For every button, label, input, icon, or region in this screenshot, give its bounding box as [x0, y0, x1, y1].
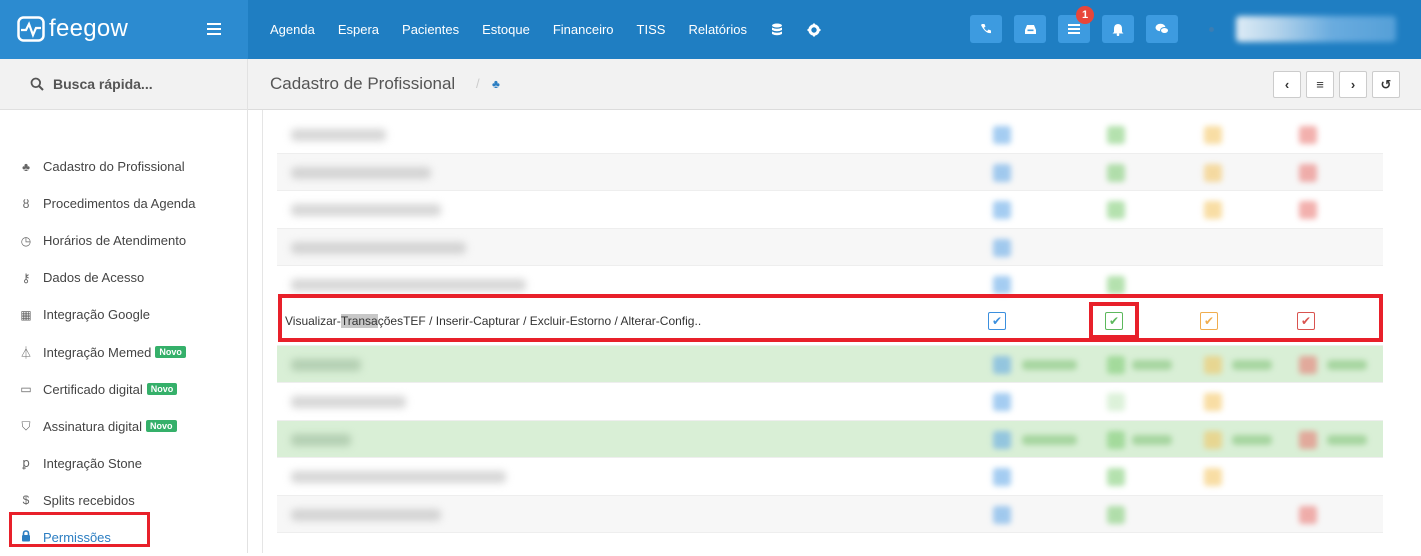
clock-icon: ◷: [20, 233, 32, 248]
sidebar-item-stone[interactable]: ꝑ Integração Stone: [0, 445, 248, 482]
page-header: Cadastro de Profissional / ♣ ‹ ≡ › ↺: [248, 59, 1421, 110]
sidebar: Busca rápida... ♣ Cadastro do Profissiona…: [0, 59, 248, 553]
sidebar-item-cadastro[interactable]: ♣ Cadastro do Profissional: [0, 148, 248, 185]
nav-tiss[interactable]: TISS: [637, 22, 666, 37]
list-icon: [1068, 24, 1080, 34]
page-title: Cadastro de Profissional: [270, 74, 456, 93]
chat-button[interactable]: [1146, 15, 1178, 43]
list-button[interactable]: ≡: [1306, 71, 1334, 98]
calendar-icon: ▦: [20, 307, 32, 322]
header-buttons: ‹ ≡ › ↺: [1268, 71, 1400, 98]
feegow-logo-icon[interactable]: [17, 16, 45, 42]
chevron-left-icon: ‹: [1284, 77, 1290, 92]
annotation-box-row: [278, 294, 1383, 342]
bell-icon: [1112, 23, 1124, 36]
user-md-icon: ♣: [492, 77, 500, 91]
sidebar-item-procedimentos[interactable]: ȣ Procedimentos da Agenda: [0, 185, 248, 222]
table-row: [277, 153, 1383, 191]
table-row: [277, 228, 1383, 266]
nav-pacientes[interactable]: Pacientes: [402, 22, 459, 37]
sidebar-menu: ♣ Cadastro do Profissional ȣ Procedimentos…: [0, 148, 248, 556]
dollar-icon: $: [22, 493, 30, 508]
table-group-row: [277, 420, 1383, 458]
sidebar-item-certificado[interactable]: ▭ Certificado digital Novo: [0, 371, 248, 408]
novo-badge: Novo: [146, 420, 177, 433]
phone-button[interactable]: [970, 15, 1002, 43]
sidebar-item-memed[interactable]: ⏃ Integração Memed Novo: [0, 333, 248, 370]
search-icon: [30, 77, 44, 91]
phone-icon: [981, 24, 991, 34]
breadcrumb-separator: /: [476, 76, 480, 91]
main-nav: Agenda Espera Pacientes Estoque Financei…: [270, 0, 844, 59]
chat-icon: [1155, 23, 1169, 34]
toolbar: 1: [970, 6, 1190, 43]
nav-estoque[interactable]: Estoque: [482, 22, 530, 37]
key-icon: ⚷: [21, 270, 31, 285]
user-md-icon: ♣: [22, 159, 30, 174]
top-navbar: feegow Agenda Espera Pacientes Estoque F…: [0, 0, 1421, 59]
credit-card-icon: ▭: [20, 382, 32, 397]
shield-icon: ⛉: [21, 418, 31, 433]
sidebar-item-dados-acesso[interactable]: ⚷ Dados de Acesso: [0, 259, 248, 296]
nav-agenda[interactable]: Agenda: [270, 22, 315, 37]
tasks-button[interactable]: 1: [1058, 6, 1094, 43]
annotation-box-checkbox: [1089, 302, 1139, 339]
nav-espera[interactable]: Espera: [338, 22, 379, 37]
nav-relatorios[interactable]: Relatórios: [688, 22, 747, 37]
inbox-icon: [1024, 24, 1036, 34]
brand-area: feegow: [0, 0, 248, 59]
hamburger-menu-icon[interactable]: [207, 23, 221, 35]
novo-badge: Novo: [146, 383, 178, 396]
sidebar-item-assinatura[interactable]: ⛉ Assinatura digital Novo: [0, 408, 248, 445]
search-label: Busca rápida...: [53, 76, 153, 92]
sidebar-item-horarios[interactable]: ◷ Horários de Atendimento: [0, 222, 248, 259]
stone-icon: ꝑ: [22, 456, 30, 471]
database-icon[interactable]: [770, 23, 784, 37]
notification-badge: 1: [1076, 6, 1094, 24]
table-row: [277, 191, 1383, 229]
inbox-button[interactable]: [1014, 15, 1046, 43]
brand-name[interactable]: feegow: [49, 15, 128, 43]
table-row: [277, 495, 1383, 533]
table-row: [277, 116, 1383, 154]
flask-icon: ⏃: [19, 345, 32, 360]
user-menu-avatar[interactable]: [1236, 16, 1396, 42]
history-icon: ↺: [1380, 76, 1392, 92]
sidebar-item-google[interactable]: ▦ Integração Google: [0, 296, 248, 333]
gear-icon[interactable]: [807, 23, 821, 37]
status-dot: [1209, 27, 1214, 32]
notifications-button[interactable]: [1102, 15, 1134, 43]
novo-badge: Novo: [155, 346, 186, 359]
chevron-right-icon: ›: [1350, 77, 1356, 92]
next-button[interactable]: ›: [1339, 71, 1367, 98]
history-button[interactable]: ↺: [1372, 71, 1400, 98]
table-group-row: [277, 345, 1383, 383]
quick-search[interactable]: Busca rápida...: [0, 59, 247, 110]
table-row: [277, 383, 1383, 421]
stethoscope-icon: ȣ: [22, 196, 30, 211]
nav-financeiro[interactable]: Financeiro: [553, 22, 614, 37]
previous-button[interactable]: ‹: [1273, 71, 1301, 98]
table-row: [277, 458, 1383, 496]
annotation-box-permissoes: [9, 512, 150, 547]
list-icon: ≡: [1316, 77, 1324, 92]
